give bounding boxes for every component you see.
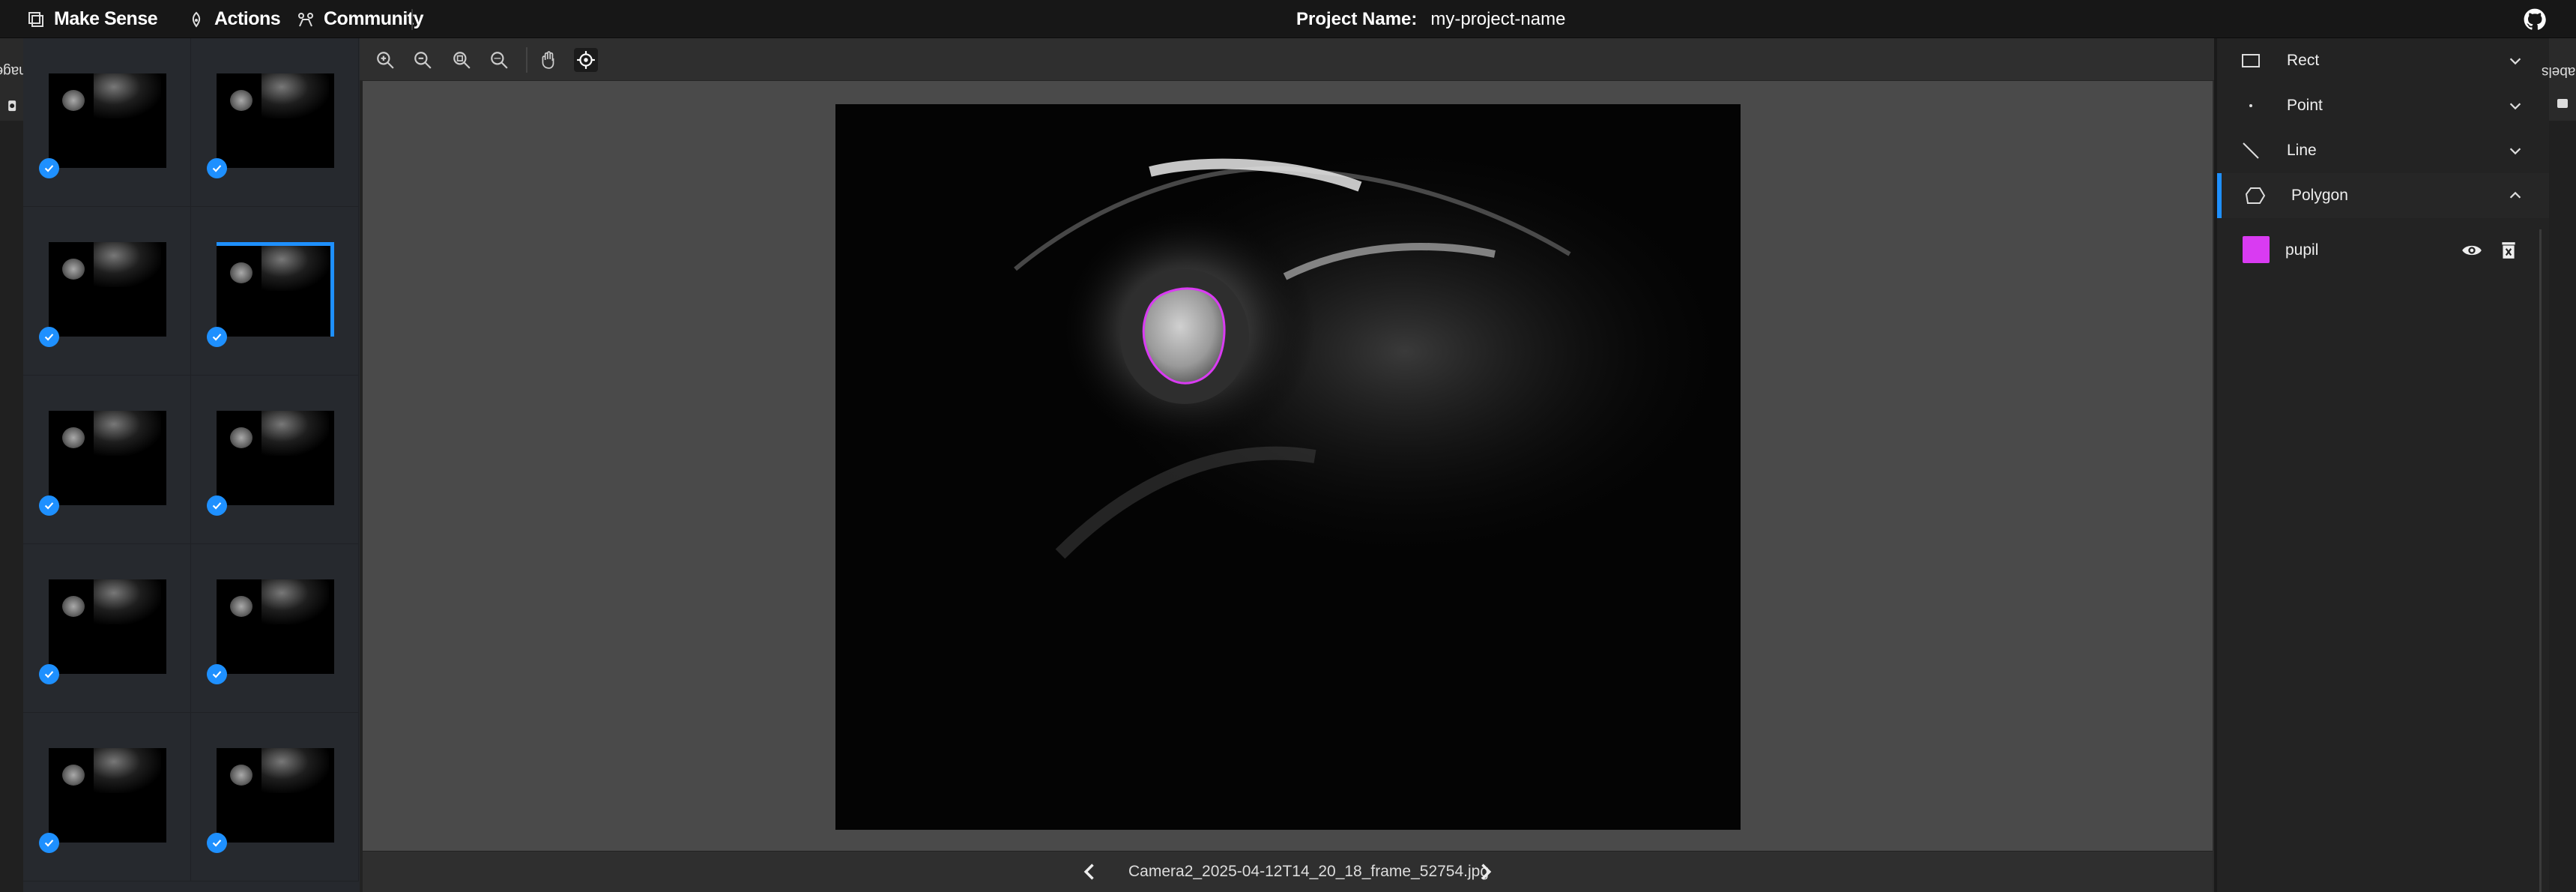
label-name: pupil bbox=[2285, 241, 2319, 259]
label-type-rect-text: Rect bbox=[2287, 52, 2320, 69]
zoom-fit-button[interactable] bbox=[450, 48, 474, 72]
actions-icon bbox=[192, 11, 201, 28]
point-icon bbox=[2240, 94, 2262, 117]
image-thumbnail[interactable] bbox=[191, 207, 359, 376]
thumbnail-image bbox=[49, 579, 166, 674]
label-type-point-text: Point bbox=[2287, 97, 2323, 114]
labels-tab[interactable]: Labels bbox=[2542, 38, 2576, 121]
label-item-pupil[interactable]: pupil bbox=[2235, 232, 2542, 268]
thumbnail-image bbox=[217, 748, 334, 843]
thumbnail-image bbox=[49, 73, 166, 168]
label-color-swatch[interactable] bbox=[2243, 236, 2270, 263]
zoom-fit-icon bbox=[453, 52, 471, 69]
label-type-polygon[interactable]: Polygon bbox=[2217, 173, 2549, 218]
editor-toolbar bbox=[360, 38, 2214, 81]
image-thumbnail[interactable] bbox=[191, 713, 359, 882]
project-name-input[interactable] bbox=[1430, 8, 1671, 30]
zoom-out-button[interactable] bbox=[411, 48, 435, 72]
project-name-label: Project Name: bbox=[1296, 8, 1418, 29]
chevron-down-icon bbox=[2509, 58, 2521, 65]
thumbnail-image bbox=[49, 748, 166, 843]
thumbnail-image bbox=[49, 411, 166, 505]
thumbnail-image bbox=[217, 73, 334, 168]
current-file-name: Camera2_2025-04-12T14_20_18_frame_52754.… bbox=[1128, 862, 1490, 880]
community-menu[interactable]: Community bbox=[297, 0, 424, 38]
checkmark-icon bbox=[207, 158, 227, 178]
checkmark-icon bbox=[39, 327, 59, 347]
checkmark-icon bbox=[207, 327, 227, 347]
image-thumbnail[interactable] bbox=[23, 376, 191, 544]
eye-icon[interactable] bbox=[2461, 240, 2482, 261]
logo-icon bbox=[28, 11, 43, 27]
checkmark-icon bbox=[207, 833, 227, 853]
labels-scrollbar[interactable] bbox=[2539, 229, 2542, 892]
image-thumbnail[interactable] bbox=[191, 38, 359, 207]
chevron-up-icon bbox=[2509, 191, 2521, 199]
checkmark-icon bbox=[207, 664, 227, 684]
thumbnail-image bbox=[217, 411, 334, 505]
zoom-in-icon bbox=[377, 52, 394, 69]
checkmark-icon bbox=[39, 833, 59, 853]
divider bbox=[411, 9, 413, 30]
polygon-icon bbox=[2244, 184, 2267, 207]
previous-image-icon[interactable] bbox=[1080, 861, 1101, 882]
images-tab[interactable]: Images bbox=[0, 38, 35, 121]
eye-image bbox=[835, 104, 1741, 830]
thumbnail-image bbox=[217, 579, 334, 674]
rect-icon bbox=[2240, 49, 2262, 72]
annotated-image[interactable] bbox=[835, 104, 1741, 830]
left-side-tab-bar: Images bbox=[0, 38, 35, 892]
community-icon bbox=[298, 12, 313, 26]
delete-icon[interactable] bbox=[2499, 240, 2518, 261]
chevron-down-icon bbox=[2509, 148, 2521, 155]
image-list bbox=[23, 38, 360, 892]
right-side-tab-bar: Labels bbox=[2542, 38, 2576, 892]
actions-label: Actions bbox=[214, 8, 281, 29]
label-type-point[interactable]: Point bbox=[2217, 83, 2549, 128]
label-type-polygon-text: Polygon bbox=[2291, 187, 2348, 204]
community-label: Community bbox=[324, 8, 424, 29]
image-thumbnail[interactable] bbox=[23, 207, 191, 376]
camera-icon bbox=[8, 100, 16, 112]
checkmark-icon bbox=[39, 158, 59, 178]
labels-panel: Rect Point Line Polygon pupil bbox=[2214, 38, 2549, 892]
actions-menu[interactable]: Actions bbox=[187, 0, 281, 38]
label-type-line[interactable]: Line bbox=[2217, 128, 2549, 173]
brand-name: Make Sense bbox=[54, 8, 158, 29]
thumbnail-image bbox=[49, 242, 166, 337]
next-image-icon[interactable] bbox=[1475, 861, 1496, 882]
image-thumbnail[interactable] bbox=[191, 544, 359, 713]
label-type-rect[interactable]: Rect bbox=[2217, 38, 2549, 83]
zoom-in-button[interactable] bbox=[373, 48, 397, 72]
checkmark-icon bbox=[39, 495, 59, 516]
image-thumbnail[interactable] bbox=[23, 544, 191, 713]
checkmark-icon bbox=[207, 495, 227, 516]
crosshair-icon bbox=[577, 51, 595, 69]
pan-button[interactable] bbox=[536, 48, 560, 72]
zoom-max-icon bbox=[491, 52, 508, 69]
checkmark-icon bbox=[39, 664, 59, 684]
zoom-out-icon bbox=[414, 52, 432, 69]
thumbnail-image bbox=[217, 242, 334, 337]
project-name-field: Project Name: bbox=[1296, 0, 1671, 38]
label-tag-icon bbox=[2557, 99, 2568, 108]
zoom-max-button[interactable] bbox=[487, 48, 511, 72]
crosshair-button[interactable] bbox=[574, 48, 598, 72]
labels-tab-label: Labels bbox=[2542, 64, 2576, 79]
image-thumbnail[interactable] bbox=[23, 38, 191, 207]
image-thumbnail[interactable] bbox=[191, 376, 359, 544]
github-icon[interactable] bbox=[2524, 8, 2546, 31]
hand-icon bbox=[542, 51, 554, 69]
toolbar-divider bbox=[526, 47, 527, 73]
brand-logo[interactable]: Make Sense bbox=[27, 0, 158, 38]
chevron-down-icon bbox=[2509, 103, 2521, 110]
label-type-line-text: Line bbox=[2287, 142, 2317, 159]
image-thumbnail[interactable] bbox=[23, 713, 191, 882]
top-navigation-bar: Make Sense Actions Community Project Nam… bbox=[0, 0, 2576, 38]
line-icon bbox=[2240, 139, 2262, 162]
